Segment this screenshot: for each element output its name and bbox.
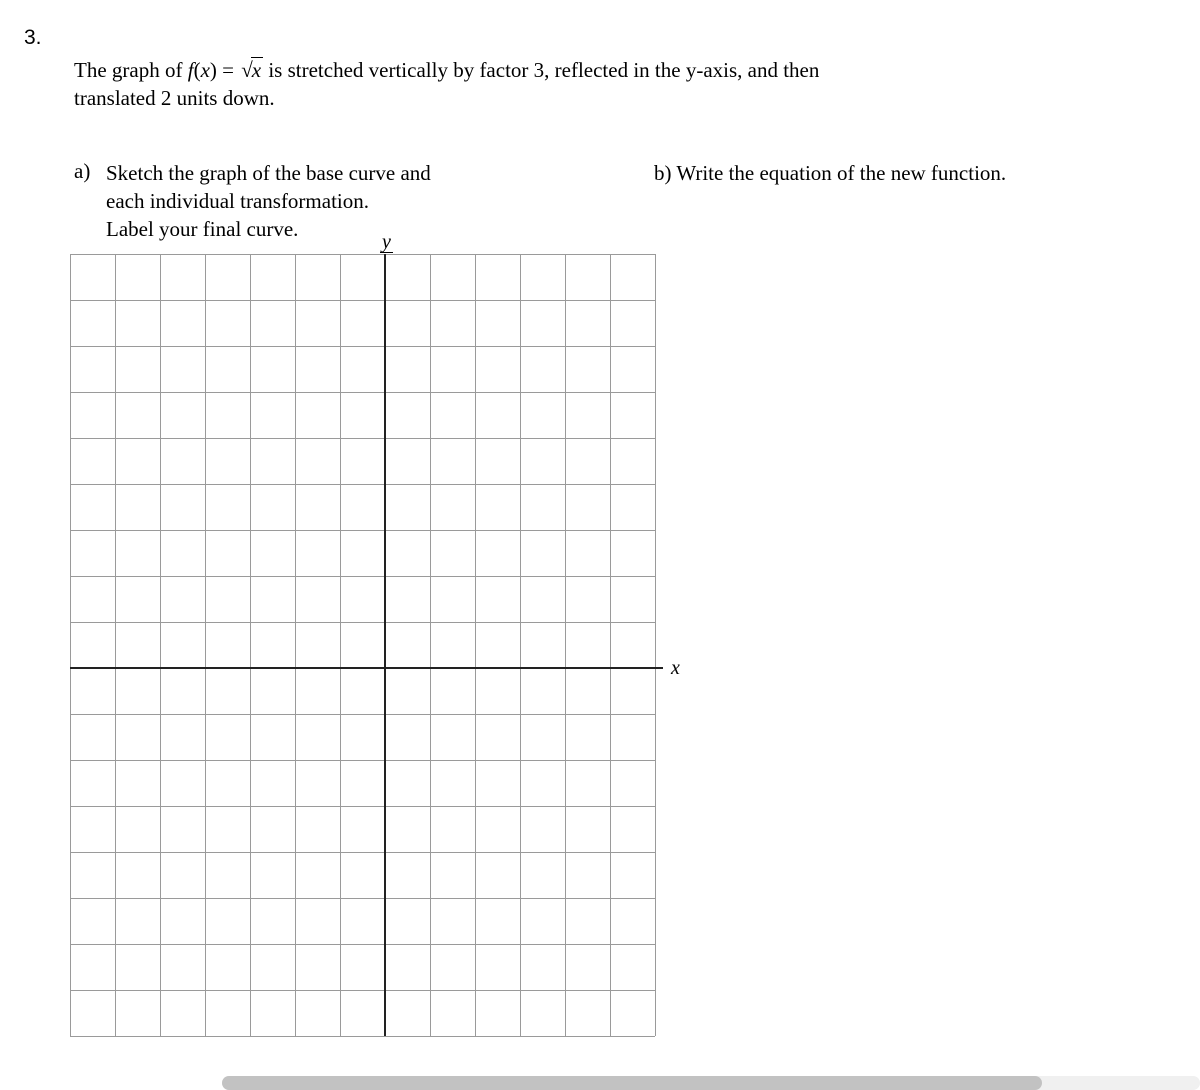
stem-po: ( [194, 58, 201, 82]
grid-hline [70, 392, 655, 393]
grid-vline [340, 254, 341, 1036]
y-axis [384, 254, 386, 1036]
grid-hline [70, 254, 655, 255]
grid-hline [70, 438, 655, 439]
grid-vline [70, 254, 71, 1036]
grid-hline [70, 852, 655, 853]
question-number: 3. [24, 26, 42, 50]
y-axis-label: y [380, 232, 393, 253]
part-a-line2: each individual transformation. [106, 189, 369, 213]
grid-vline [655, 254, 656, 1036]
part-b: b) Write the equation of the new functio… [654, 159, 1164, 187]
grid-vline [475, 254, 476, 1036]
stem-eq: = [222, 58, 239, 82]
part-a: a) Sketch the graph of the base curve an… [74, 159, 634, 244]
grid-hline [70, 346, 655, 347]
question-stem: The graph of f(x) = √x is stretched vert… [74, 56, 1164, 113]
stem-var: x [201, 58, 210, 82]
stem-pc: ) [210, 58, 217, 82]
scrollbar-thumb[interactable] [222, 1076, 1042, 1090]
chart-area: y x [70, 254, 655, 1036]
stem-post1: is stretched vertically by factor 3, ref… [268, 58, 819, 82]
x-axis-tick [655, 667, 663, 669]
grid-hline [70, 622, 655, 623]
grid-hline [70, 806, 655, 807]
grid-hline [70, 1036, 655, 1037]
part-a-line1: Sketch the graph of the base curve and [106, 161, 431, 185]
sqrt-icon: √x [239, 56, 263, 84]
grid-hline [70, 990, 655, 991]
grid-hline [70, 300, 655, 301]
grid-vline [565, 254, 566, 1036]
grid-vline [520, 254, 521, 1036]
grid-hline [70, 530, 655, 531]
grid-vline [610, 254, 611, 1036]
grid-vline [295, 254, 296, 1036]
x-axis-label: x [671, 658, 680, 678]
grid-hline [70, 714, 655, 715]
grid-vline [115, 254, 116, 1036]
question-content: The graph of f(x) = √x is stretched vert… [74, 56, 1164, 244]
grid-hline [70, 760, 655, 761]
grid-hline [70, 898, 655, 899]
grid-vline [430, 254, 431, 1036]
radicand: x [251, 57, 263, 82]
horizontal-scrollbar[interactable] [222, 1076, 1200, 1090]
grid-vline [205, 254, 206, 1036]
part-a-line3: Label your final curve. [106, 217, 298, 241]
grid-hline [70, 944, 655, 945]
stem-pre: The graph of [74, 58, 188, 82]
grid-hline [70, 576, 655, 577]
part-a-letter: a) [74, 159, 106, 244]
grid-vline [160, 254, 161, 1036]
x-axis [70, 667, 655, 669]
grid-vline [250, 254, 251, 1036]
parts-row: a) Sketch the graph of the base curve an… [74, 159, 1164, 244]
stem-post2: translated 2 units down. [74, 86, 275, 110]
part-b-text: b) Write the equation of the new functio… [654, 161, 1006, 185]
coordinate-grid: y x [70, 254, 655, 1036]
grid-hline [70, 484, 655, 485]
